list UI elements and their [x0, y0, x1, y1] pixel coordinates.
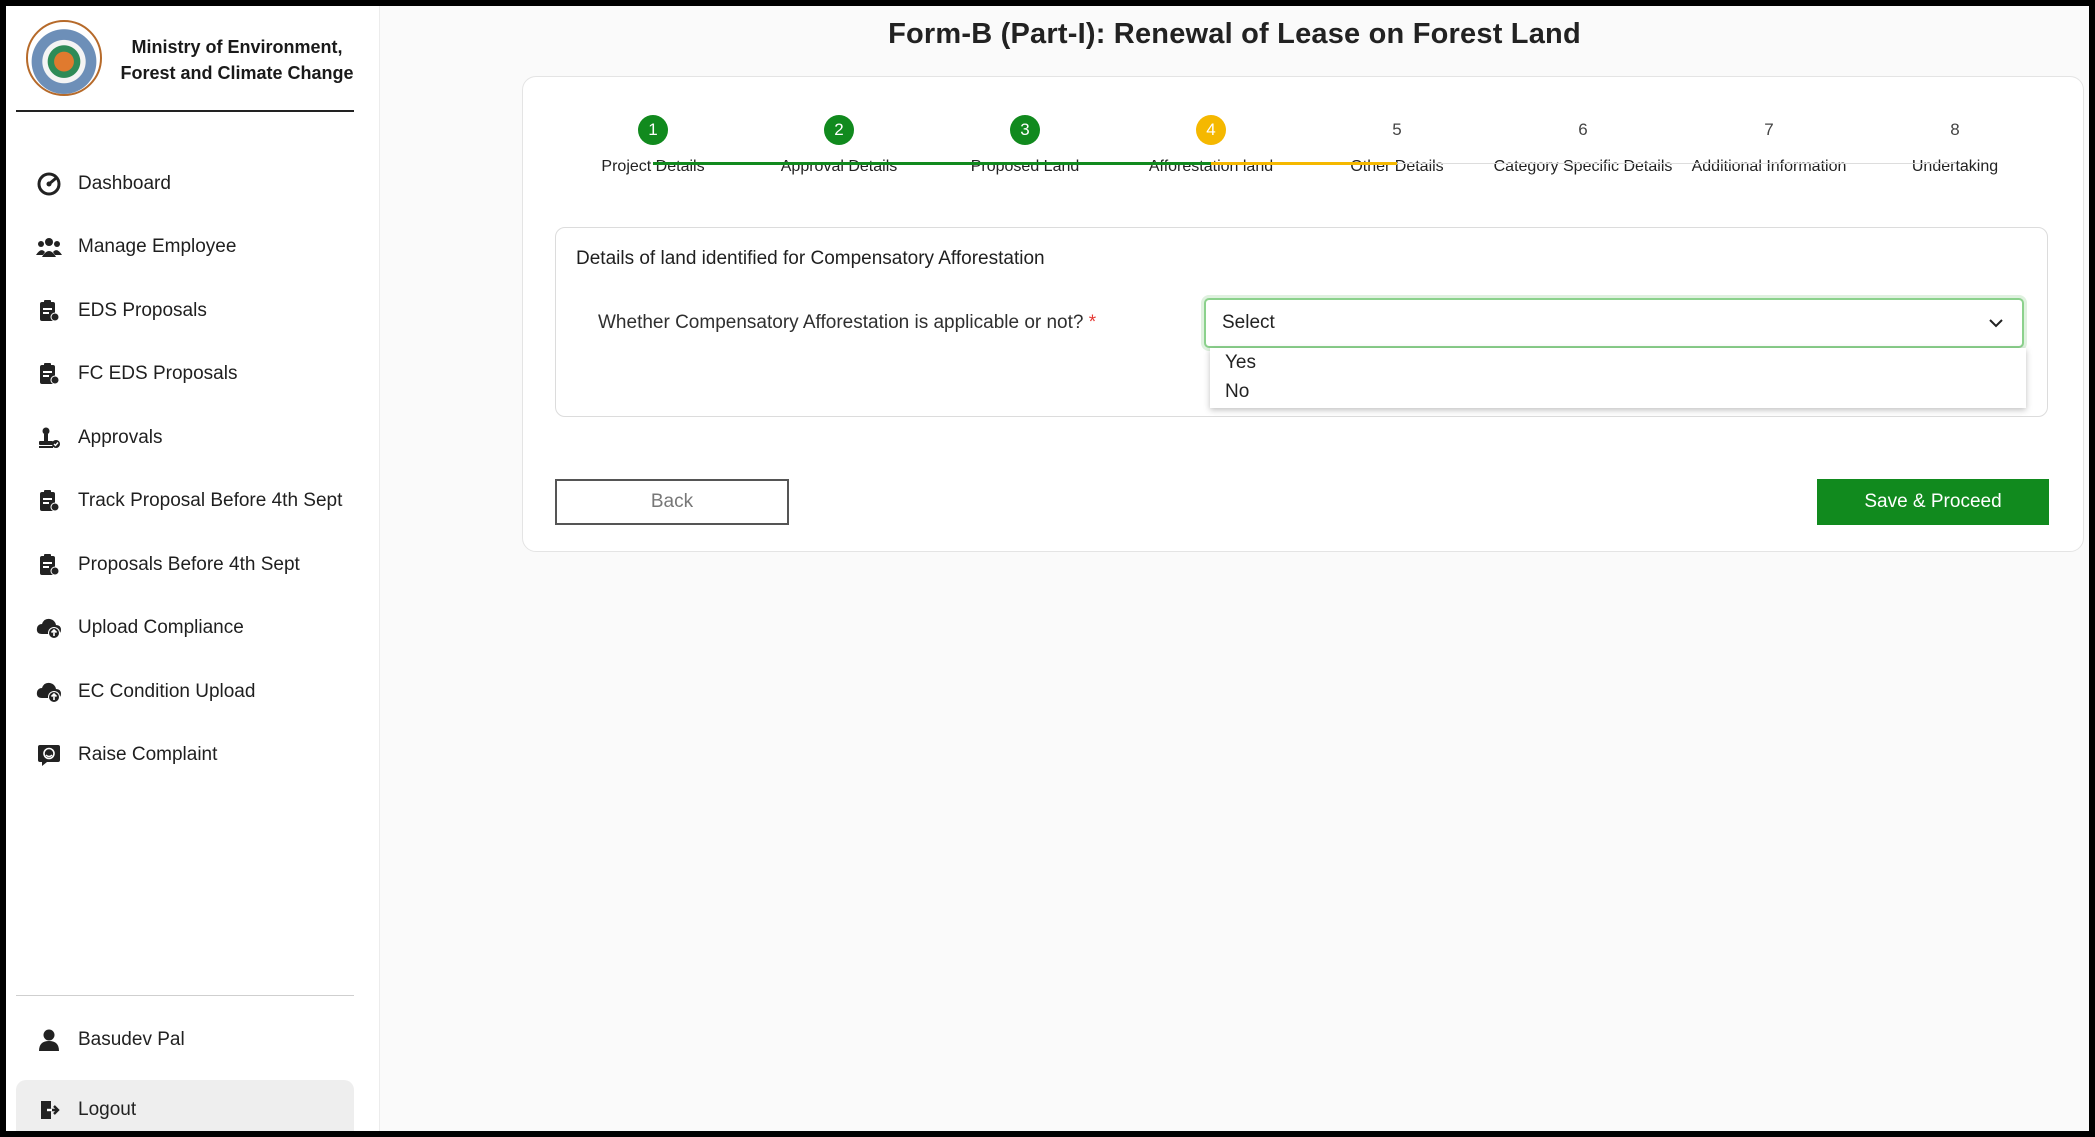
complaint-icon: [36, 742, 62, 768]
user-icon: [36, 1027, 62, 1053]
sidebar-item-fc-eds-proposals[interactable]: FC EDS Proposals: [22, 343, 362, 407]
option-yes[interactable]: Yes: [1210, 348, 2026, 377]
save-proceed-button[interactable]: Save & Proceed: [1817, 479, 2049, 525]
step-number: 5: [1382, 115, 1412, 145]
sidebar-item-label: EC Condition Upload: [78, 680, 256, 702]
document-icon: [36, 361, 62, 387]
logout-label: Logout: [78, 1099, 137, 1120]
step-additional-information[interactable]: 7 Additional Information: [1674, 115, 1864, 179]
step-label: Afforestation land: [1148, 158, 1274, 175]
sidebar-item-label: Approvals: [78, 426, 163, 448]
form-card: 1 Project Details 2 Approval Details 3 P…: [522, 76, 2084, 552]
brand-name: Ministry of Environment, Forest and Clim…: [112, 34, 362, 86]
sidebar-item-label: Raise Complaint: [78, 744, 218, 766]
sidebar-divider: [16, 995, 354, 996]
sidebar-item-label: Manage Employee: [78, 236, 237, 258]
brand: Ministry of Environment, Forest and Clim…: [22, 16, 360, 106]
document-icon: [36, 298, 62, 324]
sidebar-item-manage-employee[interactable]: Manage Employee: [22, 216, 362, 280]
sidebar: Ministry of Environment, Forest and Clim…: [6, 6, 380, 1131]
logout-icon: [36, 1097, 62, 1123]
step-number: 3: [1010, 115, 1040, 145]
stamp-icon: [36, 425, 62, 451]
step-number: 4: [1196, 115, 1226, 145]
step-number: 7: [1754, 115, 1784, 145]
ministry-logo: [26, 20, 102, 96]
step-approval-details[interactable]: 2 Approval Details: [749, 115, 929, 179]
sidebar-item-upload-compliance[interactable]: Upload Compliance: [22, 597, 362, 661]
sidebar-item-label: FC EDS Proposals: [78, 363, 238, 385]
required-mark: *: [1088, 312, 1097, 333]
step-connector: [653, 162, 839, 165]
cloud-upload-icon: [36, 679, 62, 705]
applicability-dropdown: Yes No: [1210, 348, 2026, 408]
sidebar-item-label: EDS Proposals: [78, 299, 207, 321]
step-label: Proposed Land: [970, 158, 1080, 175]
users-icon: [36, 234, 62, 260]
document-icon: [36, 488, 62, 514]
step-label: Category Specific Details: [1493, 158, 1673, 175]
step-other-details[interactable]: 5 Other Details: [1307, 115, 1487, 179]
brand-line-2: Forest and Climate Change: [120, 63, 354, 83]
step-label: Project Details: [601, 158, 705, 175]
step-connector: [1211, 162, 1397, 165]
section-title: Details of land identified for Compensat…: [576, 248, 1045, 269]
sidebar-item-dashboard[interactable]: Dashboard: [22, 152, 362, 216]
step-label: Undertaking: [1911, 158, 1999, 175]
step-number: 6: [1568, 115, 1598, 145]
user-profile[interactable]: Basudev Pal: [22, 1012, 360, 1068]
sidebar-item-proposals-before[interactable]: Proposals Before 4th Sept: [22, 533, 362, 597]
step-connector: [1397, 163, 1955, 164]
sidebar-nav: Dashboard Manage Employee EDS Proposals …: [22, 152, 362, 787]
step-label: Other Details: [1350, 158, 1444, 175]
document-icon: [36, 552, 62, 578]
step-label: Additional Information: [1691, 158, 1847, 175]
page-title: Form-B (Part-I): Renewal of Lease on For…: [888, 18, 1581, 50]
back-button[interactable]: Back: [555, 479, 789, 525]
app-frame: Ministry of Environment, Forest and Clim…: [6, 6, 2089, 1131]
step-undertaking[interactable]: 8 Undertaking: [1865, 115, 2045, 179]
step-number: 1: [638, 115, 668, 145]
dashboard-icon: [36, 171, 62, 197]
step-afforestation-land[interactable]: 4 Afforestation land: [1121, 115, 1301, 179]
sidebar-item-raise-complaint[interactable]: Raise Complaint: [22, 724, 362, 788]
applicability-select[interactable]: Select: [1204, 298, 2024, 348]
logout-button[interactable]: Logout: [16, 1080, 354, 1131]
question-text: Whether Compensatory Afforestation is ap…: [598, 312, 1084, 333]
cloud-upload-icon: [36, 615, 62, 641]
sidebar-item-track-proposal[interactable]: Track Proposal Before 4th Sept: [22, 470, 362, 534]
sidebar-item-label: Dashboard: [78, 172, 171, 194]
step-category-specific-details[interactable]: 6 Category Specific Details: [1493, 115, 1673, 179]
step-project-details[interactable]: 1 Project Details: [563, 115, 743, 179]
sidebar-item-label: Track Proposal Before 4th Sept: [78, 490, 343, 512]
option-no[interactable]: No: [1210, 377, 2026, 406]
stepper: 1 Project Details 2 Approval Details 3 P…: [523, 77, 2083, 207]
sidebar-item-label: Upload Compliance: [78, 617, 244, 639]
chevron-down-icon: [1989, 319, 2003, 328]
user-name: Basudev Pal: [78, 1029, 185, 1050]
sidebar-item-ec-condition-upload[interactable]: EC Condition Upload: [22, 660, 362, 724]
step-connector: [1025, 162, 1211, 165]
step-number: 2: [824, 115, 854, 145]
step-number: 8: [1940, 115, 1970, 145]
sidebar-item-eds-proposals[interactable]: EDS Proposals: [22, 279, 362, 343]
step-label: Approval Details: [780, 158, 898, 175]
brand-line-1: Ministry of Environment,: [131, 37, 343, 57]
sidebar-item-approvals[interactable]: Approvals: [22, 406, 362, 470]
step-proposed-land[interactable]: 3 Proposed Land: [935, 115, 1115, 179]
question-label: Whether Compensatory Afforestation is ap…: [598, 312, 1096, 334]
step-connector: [839, 162, 1025, 165]
select-value: Select: [1222, 312, 1275, 333]
sidebar-item-label: Proposals Before 4th Sept: [78, 553, 300, 575]
brand-divider: [16, 110, 354, 112]
